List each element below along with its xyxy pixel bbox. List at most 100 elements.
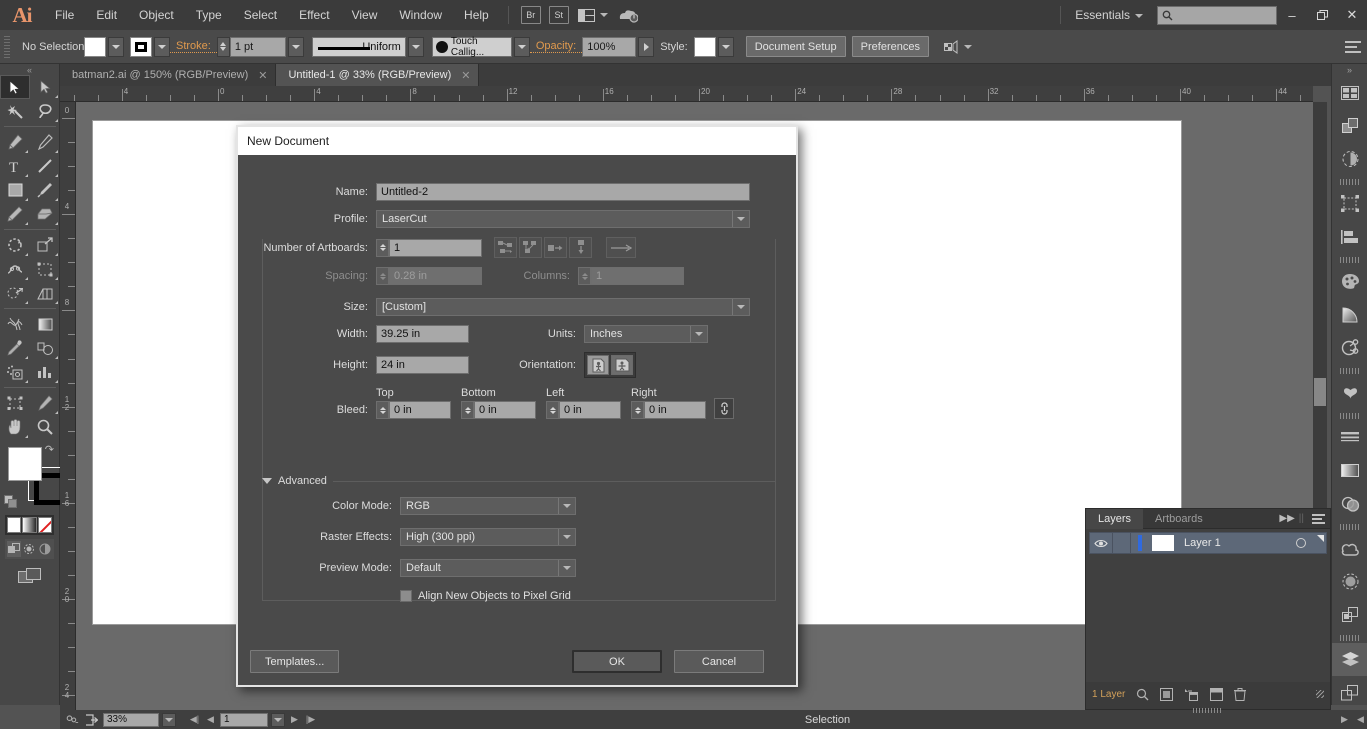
layer-name[interactable]: Layer 1: [1184, 537, 1221, 549]
disclosure-triangle-icon[interactable]: [262, 478, 272, 484]
stroke-profile-select[interactable]: Uniform: [312, 37, 406, 57]
graphic-style-dropdown[interactable]: [718, 37, 734, 57]
share-on-behance-icon[interactable]: [82, 712, 100, 727]
spacing-input[interactable]: 0.28 in: [389, 267, 482, 285]
stroke-dropdown[interactable]: [154, 37, 170, 57]
gradient-button[interactable]: [22, 517, 36, 533]
line-segment-tool[interactable]: [30, 154, 60, 178]
minimize-button[interactable]: –: [1277, 1, 1307, 29]
draw-normal-icon[interactable]: [7, 541, 21, 557]
status-menu-button[interactable]: ▶: [1338, 712, 1351, 727]
create-new-layer-icon[interactable]: [1210, 688, 1223, 701]
pencil-tool[interactable]: [0, 202, 30, 226]
width-input[interactable]: 39.25 in: [376, 325, 469, 343]
document-setup-button[interactable]: Document Setup: [746, 36, 846, 57]
search-input[interactable]: [1157, 6, 1277, 25]
menu-view[interactable]: View: [341, 0, 389, 30]
dock-group-grip-4[interactable]: [1340, 413, 1360, 419]
stroke-weight-dropdown[interactable]: [288, 37, 304, 57]
dock-group-grip-3[interactable]: [1340, 368, 1360, 374]
tab-artboards[interactable]: Artboards: [1143, 509, 1215, 529]
symbols-panel-icon[interactable]: [1332, 598, 1367, 631]
zoom-level-input[interactable]: 33%: [103, 713, 159, 727]
dock-group-grip-2[interactable]: [1340, 257, 1360, 263]
align-pixel-grid-checkbox[interactable]: Align New Objects to Pixel Grid: [400, 590, 571, 602]
color-button[interactable]: [7, 517, 21, 533]
bleed-bottom-stepper[interactable]: [461, 401, 474, 419]
artboards-stepper[interactable]: [376, 239, 389, 257]
swap-fill-stroke-icon[interactable]: ↷: [45, 443, 54, 456]
direct-selection-tool[interactable]: [30, 75, 60, 99]
magic-wand-tool[interactable]: [0, 99, 30, 123]
panel-resize-handle[interactable]: [1316, 690, 1324, 698]
menu-edit[interactable]: Edit: [85, 0, 128, 30]
stroke-label[interactable]: Stroke:: [170, 40, 217, 53]
raster-effects-select[interactable]: High (300 ppi): [400, 528, 576, 546]
tab-untitled-1[interactable]: Untitled-1 @ 33% (RGB/Preview) ✕: [276, 64, 479, 86]
bleed-left-input[interactable]: 0 in: [559, 401, 621, 419]
brush-dropdown[interactable]: [514, 37, 530, 57]
free-transform-tool[interactable]: [30, 257, 60, 281]
rectangle-tool[interactable]: [0, 178, 30, 202]
link-bleed-icon[interactable]: [714, 398, 734, 419]
cancel-button[interactable]: Cancel: [674, 650, 764, 673]
fill-swatch[interactable]: [84, 37, 106, 57]
ok-button[interactable]: OK: [572, 650, 662, 673]
delete-selection-icon[interactable]: [1234, 688, 1246, 701]
preferences-button[interactable]: Preferences: [852, 36, 929, 57]
artboard-tool[interactable]: [0, 391, 30, 415]
layers-dock-icon[interactable]: [1332, 643, 1367, 676]
rotate-tool[interactable]: [0, 233, 30, 257]
stroke-swatch[interactable]: [130, 37, 152, 57]
list-item[interactable]: Layer 1: [1089, 532, 1327, 554]
eyedropper-tool[interactable]: [0, 336, 30, 360]
bleed-right-input[interactable]: 0 in: [644, 401, 706, 419]
swatches-panel-icon[interactable]: [1332, 376, 1367, 409]
columns-stepper[interactable]: [578, 267, 591, 285]
locate-object-icon[interactable]: [1136, 688, 1149, 701]
none-button[interactable]: [38, 517, 52, 533]
restore-button[interactable]: [1307, 1, 1337, 29]
fill-color-box[interactable]: [8, 447, 42, 481]
hand-tool[interactable]: [0, 415, 30, 439]
next-artboard-button[interactable]: ▶: [288, 712, 301, 727]
workspace-switcher[interactable]: Essentials: [1069, 8, 1149, 22]
target-circle-icon[interactable]: [1296, 538, 1306, 548]
tab-layers[interactable]: Layers: [1086, 509, 1143, 529]
prev-artboard-button[interactable]: ◀: [204, 712, 217, 727]
color-mode-select[interactable]: RGB: [400, 497, 576, 515]
control-bar-grip[interactable]: [4, 36, 10, 58]
expand-panels-icon[interactable]: ▶▶: [1279, 513, 1294, 524]
dock-group-grip[interactable]: [1340, 179, 1360, 185]
layers-panel-icon[interactable]: [1332, 109, 1367, 142]
advanced-section-header[interactable]: Advanced: [262, 475, 776, 487]
symbol-sprayer-tool[interactable]: [0, 360, 30, 384]
mesh-tool[interactable]: [0, 312, 30, 336]
align-panel-icon[interactable]: [1332, 220, 1367, 253]
units-select[interactable]: Inches: [584, 325, 708, 343]
zoom-tool[interactable]: [30, 415, 60, 439]
vertical-scroll-thumb[interactable]: [1314, 378, 1326, 406]
pathfinder-panel-icon[interactable]: [1332, 142, 1367, 175]
stroke-panel-icon[interactable]: [1332, 421, 1367, 454]
grid-by-column-icon[interactable]: [519, 237, 542, 258]
perspective-grid-tool[interactable]: [30, 281, 60, 305]
dock-expand-icon[interactable]: »: [1332, 64, 1367, 76]
curvature-tool[interactable]: [30, 130, 60, 154]
portrait-orientation-icon[interactable]: [587, 355, 609, 375]
draw-inside-icon[interactable]: [38, 541, 52, 557]
bleed-right-stepper[interactable]: [631, 401, 644, 419]
opacity-dropdown[interactable]: [638, 37, 654, 57]
type-tool[interactable]: T: [0, 154, 30, 178]
selection-tool[interactable]: [0, 75, 30, 99]
spacing-stepper[interactable]: [376, 267, 389, 285]
panel-menu-icon[interactable]: [1345, 41, 1361, 53]
eye-icon[interactable]: [1090, 539, 1112, 548]
fill-dropdown[interactable]: [108, 37, 124, 57]
panel-menu-icon[interactable]: [1312, 514, 1325, 524]
artboards-dock-icon[interactable]: [1332, 676, 1367, 709]
make-clipping-mask-icon[interactable]: [1160, 688, 1173, 701]
close-icon[interactable]: ✕: [461, 69, 470, 82]
graphic-style-swatch[interactable]: [694, 37, 716, 57]
transform-panel-icon[interactable]: [1332, 187, 1367, 220]
